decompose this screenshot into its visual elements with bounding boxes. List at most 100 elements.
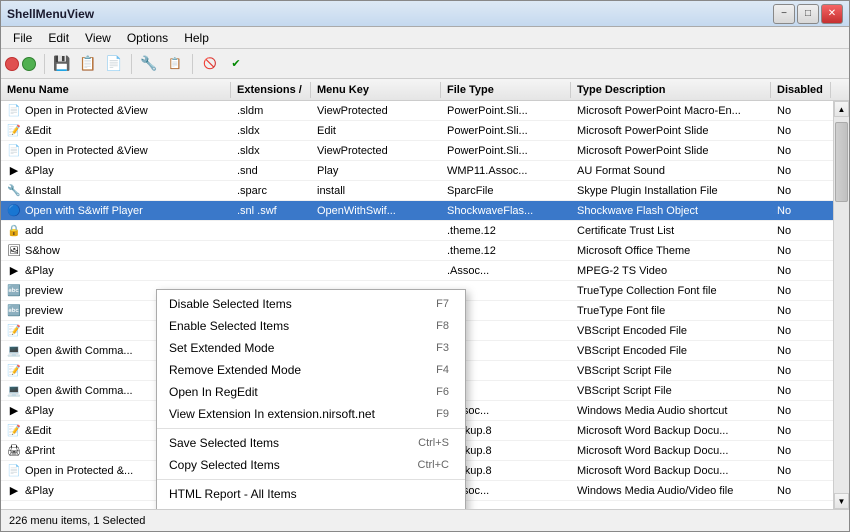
ctx-item-shortcut: Ctrl+C bbox=[418, 459, 449, 471]
disable-tool-button[interactable]: 🚫 bbox=[198, 53, 222, 75]
table-row[interactable]: 📝 &Edit .sldx Edit PowerPoint.Sli... Mic… bbox=[1, 121, 849, 141]
cell-menukey: Edit bbox=[311, 124, 441, 138]
cell-ext: .snl .swf bbox=[231, 204, 311, 218]
ctx-item-label: Enable Selected Items bbox=[169, 319, 416, 333]
table-row[interactable]: 🔵 Open with S&wiff Player .snl .swf Open… bbox=[1, 201, 849, 221]
menu-options[interactable]: Options bbox=[119, 29, 176, 47]
cell-menu-name: 🖼 S&how bbox=[1, 243, 231, 259]
regedit-tool-button[interactable]: 📋 bbox=[163, 53, 187, 75]
col-disabled[interactable]: Disabled bbox=[771, 82, 831, 98]
cell-menukey bbox=[311, 270, 441, 272]
cell-disabled: No bbox=[771, 364, 831, 378]
row-icon: 💻 bbox=[7, 344, 21, 358]
table-row[interactable]: ▶ &Play .snd Play WMP11.Assoc... AU Form… bbox=[1, 161, 849, 181]
menu-view[interactable]: View bbox=[77, 29, 119, 47]
context-menu-item[interactable]: Open In RegEditF6 bbox=[157, 381, 465, 403]
row-icon: 🔵 bbox=[7, 204, 21, 218]
col-file-type[interactable]: File Type bbox=[441, 82, 571, 98]
table-row[interactable]: 🔒 add .theme.12 Certificate Trust List N… bbox=[1, 221, 849, 241]
row-icon: 🖼 bbox=[7, 244, 21, 258]
table-row[interactable]: 📄 Open in Protected &View .sldm ViewProt… bbox=[1, 101, 849, 121]
toolbar-separator-2 bbox=[131, 54, 132, 74]
table-row[interactable]: 🖼 S&how .theme.12 Microsoft Office Theme… bbox=[1, 241, 849, 261]
cell-menu-name: 🔵 Open with S&wiff Player bbox=[1, 203, 231, 219]
scroll-down-arrow[interactable]: ▼ bbox=[834, 493, 849, 509]
table-row[interactable]: ▶ &Play .Assoc... MPEG-2 TS Video No bbox=[1, 261, 849, 281]
toolbar: 💾 📋 📄 🔧 📋 🚫 ✔ bbox=[1, 49, 849, 79]
row-name-label: Open with S&wiff Player bbox=[25, 205, 143, 217]
context-menu-item[interactable]: Set Extended ModeF3 bbox=[157, 337, 465, 359]
col-menu-key[interactable]: Menu Key bbox=[311, 82, 441, 98]
close-button[interactable]: ✕ bbox=[821, 4, 843, 24]
ctx-item-label: Disable Selected Items bbox=[169, 297, 416, 311]
context-menu-item[interactable]: HTML Report - Selected Items bbox=[157, 505, 465, 509]
enable-tool-button[interactable]: ✔ bbox=[224, 53, 248, 75]
main-window: ShellMenuView − □ ✕ File Edit View Optio… bbox=[0, 0, 850, 532]
cell-disabled: No bbox=[771, 184, 831, 198]
row-name-label: Open in Protected &View bbox=[25, 105, 148, 117]
row-icon: ▶ bbox=[7, 484, 21, 498]
row-name-label: &Edit bbox=[25, 425, 51, 437]
table-row[interactable]: 🔧 &Install .sparc install SparcFile Skyp… bbox=[1, 181, 849, 201]
row-icon: 🔤 bbox=[7, 304, 21, 318]
row-icon: ▶ bbox=[7, 264, 21, 278]
cell-typedesc: Microsoft Word Backup Docu... bbox=[571, 444, 771, 458]
html-report-button[interactable]: 📄 bbox=[102, 53, 126, 75]
toolbar-separator-3 bbox=[192, 54, 193, 74]
col-extensions[interactable]: Extensions / bbox=[231, 82, 311, 98]
ctx-item-label: Set Extended Mode bbox=[169, 341, 416, 355]
cell-disabled: No bbox=[771, 224, 831, 238]
row-name-label: &Play bbox=[25, 265, 54, 277]
context-menu-item[interactable]: View Extension In extension.nirsoft.netF… bbox=[157, 403, 465, 425]
context-menu-item[interactable]: HTML Report - All Items bbox=[157, 483, 465, 505]
menu-help[interactable]: Help bbox=[176, 29, 217, 47]
cell-filetype: PowerPoint.Sli... bbox=[441, 144, 571, 158]
cell-typedesc: VBScript Encoded File bbox=[571, 344, 771, 358]
minimize-button[interactable]: − bbox=[773, 4, 795, 24]
context-menu-item[interactable]: Disable Selected ItemsF7 bbox=[157, 293, 465, 315]
cell-filetype: .Assoc... bbox=[441, 264, 571, 278]
row-icon: 📝 bbox=[7, 364, 21, 378]
green-circle-indicator bbox=[22, 57, 36, 71]
context-menu-item[interactable]: Save Selected ItemsCtrl+S bbox=[157, 432, 465, 454]
cell-menukey: OpenWithSwif... bbox=[311, 204, 441, 218]
row-name-label: Open &with Comma... bbox=[25, 345, 133, 357]
cell-disabled: No bbox=[771, 384, 831, 398]
menu-file[interactable]: File bbox=[5, 29, 40, 47]
cell-menu-name: 🔒 add bbox=[1, 223, 231, 239]
cell-filetype: SparcFile bbox=[441, 184, 571, 198]
cell-disabled: No bbox=[771, 284, 831, 298]
cell-disabled: No bbox=[771, 264, 831, 278]
menu-edit[interactable]: Edit bbox=[40, 29, 77, 47]
menu-bar: File Edit View Options Help bbox=[1, 27, 849, 49]
cell-disabled: No bbox=[771, 204, 831, 218]
context-menu-item[interactable]: Remove Extended ModeF4 bbox=[157, 359, 465, 381]
col-type-desc[interactable]: Type Description bbox=[571, 82, 771, 98]
row-icon: 🔤 bbox=[7, 284, 21, 298]
row-name-label: Open &with Comma... bbox=[25, 385, 133, 397]
copy-tool-button[interactable]: 📋 bbox=[76, 53, 100, 75]
cell-menukey bbox=[311, 250, 441, 252]
cell-disabled: No bbox=[771, 124, 831, 138]
cell-typedesc: VBScript Script File bbox=[571, 364, 771, 378]
vertical-scrollbar[interactable]: ▲ ▼ bbox=[833, 101, 849, 509]
context-menu-item[interactable]: Enable Selected ItemsF8 bbox=[157, 315, 465, 337]
ctx-item-label: Remove Extended Mode bbox=[169, 363, 416, 377]
maximize-button[interactable]: □ bbox=[797, 4, 819, 24]
cell-typedesc: Microsoft Word Backup Docu... bbox=[571, 424, 771, 438]
properties-tool-button[interactable]: 🔧 bbox=[137, 53, 161, 75]
cell-disabled: No bbox=[771, 344, 831, 358]
scroll-track[interactable] bbox=[834, 117, 849, 493]
row-name-label: Edit bbox=[25, 325, 44, 337]
col-menu-name[interactable]: Menu Name bbox=[1, 82, 231, 98]
cell-menu-name: 📄 Open in Protected &View bbox=[1, 103, 231, 119]
scroll-up-arrow[interactable]: ▲ bbox=[834, 101, 849, 117]
context-menu-item[interactable]: Copy Selected ItemsCtrl+C bbox=[157, 454, 465, 476]
cell-ext bbox=[231, 250, 311, 252]
cell-typedesc: Windows Media Audio/Video file bbox=[571, 484, 771, 498]
scroll-thumb[interactable] bbox=[835, 122, 848, 202]
cell-typedesc: Windows Media Audio shortcut bbox=[571, 404, 771, 418]
save-tool-button[interactable]: 💾 bbox=[50, 53, 74, 75]
cell-menu-name: ▶ &Play bbox=[1, 263, 231, 279]
table-row[interactable]: 📄 Open in Protected &View .sldx ViewProt… bbox=[1, 141, 849, 161]
